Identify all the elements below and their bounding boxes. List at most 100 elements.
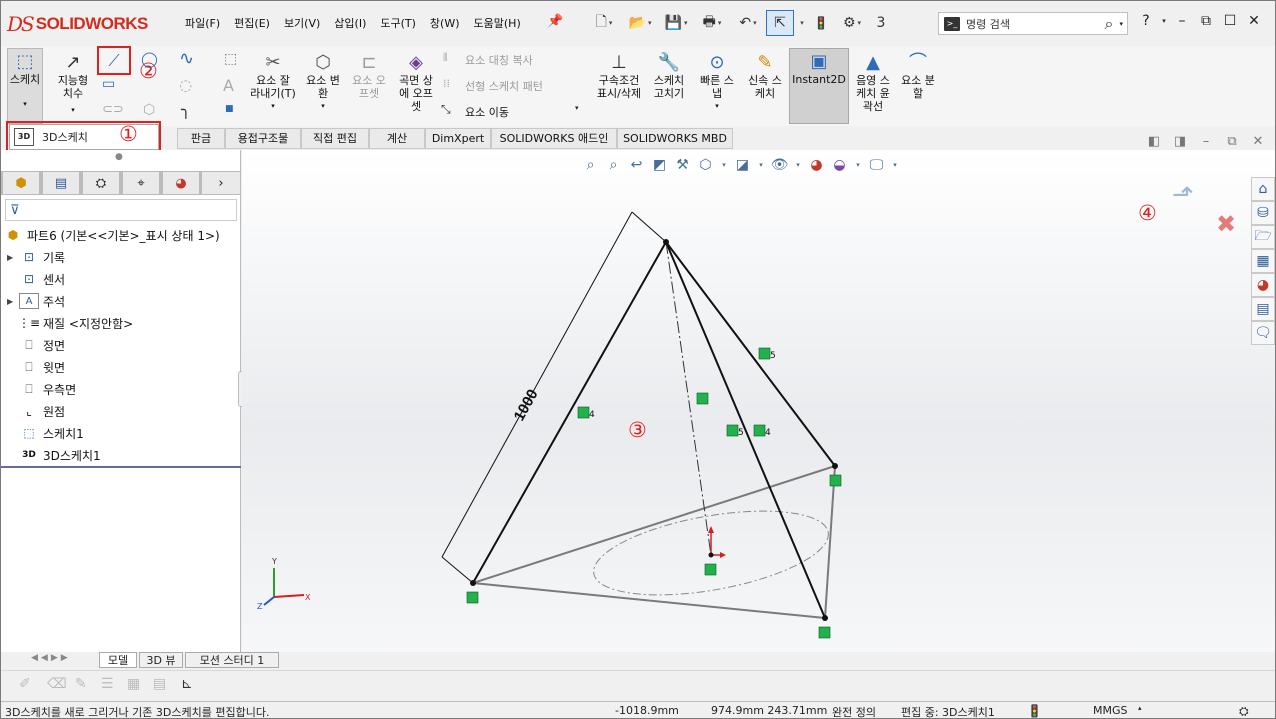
tree-item-history[interactable]: ▶ ⊡ 기록 <box>7 247 65 267</box>
split-entities-button[interactable]: ⌒ 요소 분 할 <box>897 50 939 100</box>
restore-button[interactable]: ⧉ <box>1194 13 1218 29</box>
tab-sheet-metal[interactable]: 판금 <box>177 128 225 149</box>
view-orientation-dropdown-icon[interactable]: ▾ <box>717 161 731 169</box>
tree-root-part[interactable]: ⬢ 파트6 (기본<<기본>_표시 상태 1>) <box>3 225 220 245</box>
edit-appearance-icon[interactable]: ◕ <box>805 157 828 173</box>
pin-icon[interactable]: 📌 <box>547 14 563 29</box>
hide-show-items-icon[interactable]: 👁 <box>768 157 791 173</box>
help-dropdown-icon[interactable]: ▾ <box>1158 17 1170 25</box>
rollback-bar[interactable] <box>1 466 241 468</box>
apply-scene-dropdown-icon[interactable]: ▾ <box>851 161 865 169</box>
display-style-dropdown-icon[interactable]: ▾ <box>754 161 768 169</box>
tab-solidworks-addins[interactable]: SOLIDWORKS 애드인 <box>491 128 617 149</box>
tab-dimxpert[interactable]: DimXpert <box>425 128 491 149</box>
custom-properties-icon[interactable]: ▤ <box>1251 297 1275 321</box>
menu-help[interactable]: 도움말(H) <box>467 15 528 31</box>
convert-entities-button[interactable]: ⬡ 요소 변 환 ▾ <box>301 50 345 113</box>
tab-scroll-arrows-icon[interactable]: ◀◀▶▶ <box>31 653 71 663</box>
chart-axis-icon[interactable]: ⊾ <box>181 676 193 692</box>
tab-evaluate[interactable]: 계산 <box>369 128 425 149</box>
search-dropdown-icon[interactable]: ▾ <box>1119 20 1123 28</box>
expand-arrow-icon[interactable]: ▶ <box>7 253 19 262</box>
viewport-close-button[interactable]: ✕ <box>1245 134 1271 149</box>
tile-left-icon[interactable]: ◧ <box>1141 134 1167 149</box>
menu-tools[interactable]: 도구(T) <box>373 15 423 31</box>
tree-item-top-plane[interactable]: ⎕ 윗면 <box>7 357 65 377</box>
tree-item-right-plane[interactable]: ⎕ 우측면 <box>7 379 76 399</box>
units-dropdown-icon[interactable]: ▴ <box>1138 704 1142 712</box>
feature-manager-tab[interactable]: ⬢ <box>1 171 41 195</box>
tab-model[interactable]: 모델 <box>99 652 137 668</box>
smart-dimension-button[interactable]: ↗ 지능형 치수 ▾ <box>51 50 95 117</box>
print-button[interactable]: 🖶 ▾ <box>694 10 730 36</box>
graphics-area[interactable]: 1000 5 4 5 4 Y X Z ③ ④ ⬏ ✖ <box>242 150 1276 652</box>
appearances-icon[interactable]: ◕ <box>1251 273 1275 297</box>
expand-arrow-icon[interactable]: ▶ <box>7 297 19 306</box>
apply-scene-icon[interactable]: ◒ <box>828 157 851 173</box>
tree-item-origin[interactable]: ⌞ 원점 <box>7 401 65 421</box>
menu-view[interactable]: 보기(V) <box>277 15 327 31</box>
new-doc-button[interactable]: 🗋 ▾ <box>586 10 622 36</box>
search-input[interactable]: 명령 검색 <box>966 16 1105 32</box>
section-view-icon[interactable]: ◩ <box>648 157 671 173</box>
repair-sketch-button[interactable]: 🔧 스케치 고치기 <box>649 50 689 100</box>
display-manager-tab[interactable]: ◕ <box>161 171 201 195</box>
display-style-icon[interactable]: ◪ <box>731 157 754 173</box>
spline-tool-icon[interactable]: ∿ <box>179 48 194 69</box>
confirm-corner-exit-icon[interactable]: ⬏ <box>1172 180 1194 210</box>
fillet-tool-icon[interactable]: ╮ <box>181 100 191 119</box>
tree-item-sensors[interactable]: ⊡ 센서 <box>7 269 65 289</box>
open-button[interactable]: 📂 ▾ <box>622 10 658 36</box>
property-manager-tab[interactable]: ▤ <box>41 171 81 195</box>
menu-insert[interactable]: 삽입(I) <box>327 15 373 31</box>
move-icon[interactable]: ⤡ <box>441 102 451 117</box>
close-button[interactable]: ✕ <box>1242 13 1266 29</box>
tree-item-front-plane[interactable]: ⎕ 정면 <box>7 335 65 355</box>
solidworks-logo[interactable]: DS SOLIDWORKS <box>7 9 157 39</box>
search-icon[interactable]: ⌕ <box>1105 14 1114 34</box>
dynamic-annotation-icon[interactable]: ⚒ <box>671 157 694 173</box>
command-search[interactable]: >_ 명령 검색 ⌕ ▾ <box>938 12 1128 35</box>
tree-item-annotations[interactable]: ▶ A 주석 <box>7 291 65 311</box>
dimxpert-manager-tab[interactable]: ⌖ <box>121 171 161 195</box>
quick-snaps-button[interactable]: ⊙ 빠른 스 냅 ▾ <box>695 50 739 113</box>
trim-entities-button[interactable]: ✂ 요소 잘 라내기(T) ▾ <box>249 50 297 113</box>
more-commands[interactable]: 3 <box>870 10 892 36</box>
offset-on-surface-button[interactable]: ◈ 곡면 상 에 오프 셋 <box>394 50 438 113</box>
select-button[interactable]: ⇱ <box>766 10 794 36</box>
tile-right-icon[interactable]: ◨ <box>1167 134 1193 149</box>
view-orientation-icon[interactable]: ⬡ <box>694 157 717 173</box>
more-tabs-button[interactable]: › <box>201 171 241 195</box>
tree-filter[interactable]: ⊽ <box>5 199 237 221</box>
tab-direct-editing[interactable]: 직접 편집 <box>301 128 369 149</box>
zoom-to-fit-icon[interactable]: ⌕ <box>579 157 602 173</box>
tree-item-material[interactable]: ⋮≡ 재질 <지정안함> <box>7 313 133 333</box>
minimize-button[interactable]: – <box>1170 13 1194 29</box>
customize-status-icon[interactable]: ⛭ <box>1239 704 1249 718</box>
circle-tool-icon[interactable]: ◯ <box>141 50 158 68</box>
maximize-button[interactable]: ☐ <box>1218 13 1242 29</box>
configuration-manager-tab[interactable]: ⛭ <box>81 171 121 195</box>
rectangle-tool-icon[interactable]: ▭ <box>102 76 115 92</box>
rapid-sketch-button[interactable]: ✎ 신속 스 케치 <box>743 50 787 100</box>
file-explorer-icon[interactable]: 🗁 <box>1251 225 1275 249</box>
view-settings-dropdown-icon[interactable]: ▾ <box>888 161 902 169</box>
confirm-corner-cancel-icon[interactable]: ✖ <box>1216 210 1236 238</box>
undo-button[interactable]: ↶ ▾ <box>730 10 766 36</box>
units-selector[interactable]: MMGS <box>1093 704 1128 717</box>
construction-geometry-icon[interactable]: ⬚ <box>224 51 237 67</box>
zoom-to-area-icon[interactable]: ⌕ <box>602 157 625 173</box>
menu-window[interactable]: 창(W) <box>423 15 467 31</box>
panel-splitter-handle[interactable]: ● <box>115 152 123 162</box>
view-settings-icon[interactable]: 🖵 <box>865 157 888 173</box>
tree-item-sketch1[interactable]: ⬚ 스케치1 <box>7 423 83 443</box>
tab-solidworks-mbd[interactable]: SOLIDWORKS MBD <box>617 128 733 149</box>
hide-show-dropdown-icon[interactable]: ▾ <box>791 161 805 169</box>
point-tool-icon[interactable]: ■ <box>225 104 234 114</box>
move-entities-label[interactable]: 요소 이동 <box>465 104 509 120</box>
display-relations-button[interactable]: ⊥ 구속조건 표시/삭제 <box>591 50 647 100</box>
sketch-button[interactable]: ⬚ 스케치 ▾ <box>7 48 43 124</box>
sketch-canvas[interactable]: 1000 5 4 5 4 Y X Z <box>242 150 1276 652</box>
home-icon[interactable]: ⌂ <box>1251 177 1275 201</box>
tree-item-3dsketch1[interactable]: 3D 3D스케치1 <box>7 445 101 465</box>
